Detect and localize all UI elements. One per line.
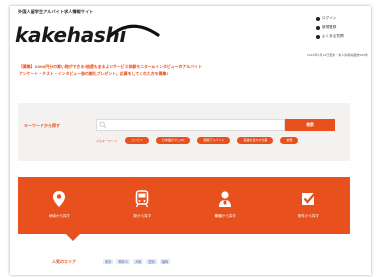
popular-area-label: 人気のエリア	[52, 259, 76, 264]
checkbox-icon	[302, 191, 317, 205]
search-label: キーワードから探す	[24, 123, 60, 128]
bullet-icon	[316, 34, 320, 39]
search-icon	[99, 121, 107, 129]
keyword-tag[interactable]: 短期アルバイト	[197, 137, 231, 144]
popular-area-link[interactable]: 神奈川	[116, 259, 130, 264]
keyword-tag[interactable]: 倉庫	[280, 137, 299, 144]
category-label: 条件から探す	[297, 214, 320, 218]
notice-line: アンケート・テスト・インタビュー後の謝礼プレゼント。応募をしてくれた方を募集!	[19, 70, 169, 76]
bullet-icon	[316, 25, 320, 30]
header-info-text: 2020年4月10日更新・求人情報掲載数999件	[306, 53, 368, 57]
nav-label: ログイン	[322, 16, 337, 20]
keyword-list: コンビニ 日本語が少しOK 短期アルバイト 英語を活かす仕事 倉庫	[125, 137, 299, 144]
popular-area-link[interactable]: 大阪	[132, 259, 144, 264]
category-area[interactable]: 地域から探す	[18, 177, 101, 234]
category-job-type[interactable]: 職種から探す	[184, 177, 267, 234]
person-icon	[219, 191, 231, 207]
search-input[interactable]	[96, 119, 285, 131]
category-label: 職種から探す	[214, 214, 237, 218]
nav-label: 新規登録	[322, 25, 337, 29]
train-icon	[135, 190, 149, 208]
active-tab-pointer	[66, 234, 80, 241]
nav-login-link[interactable]: ログイン	[316, 14, 344, 23]
logo-swoosh-icon	[108, 24, 160, 38]
popular-area-link[interactable]: 東京	[103, 259, 114, 264]
keyword-search-panel	[18, 103, 350, 161]
header-nav: ログイン 新規登録 よくある質問	[316, 14, 344, 41]
search-button[interactable]: 検索	[285, 119, 335, 131]
category-label: 地域から探す	[48, 214, 71, 218]
notice-banner[interactable]: 【募集】1000円分の買い物ができる!抽選もあるよ!!サービス体験モニター&イン…	[19, 64, 339, 77]
nav-label: よくある質問	[322, 34, 344, 38]
bullet-icon	[316, 16, 320, 21]
map-pin-icon	[53, 191, 65, 207]
category-conditions[interactable]: 条件から探す	[267, 177, 350, 234]
nav-faq-link[interactable]: よくある質問	[316, 32, 344, 41]
popular-area-link[interactable]: 愛知	[146, 259, 157, 264]
keywords-label: 人気キーワード	[96, 139, 118, 143]
nav-register-link[interactable]: 新規登録	[316, 23, 344, 32]
category-station[interactable]: 駅から探す	[101, 177, 184, 234]
keyword-tag[interactable]: 日本語が少しOK	[156, 137, 191, 144]
popular-area-link[interactable]: 福岡	[159, 259, 171, 264]
category-label: 駅から探す	[133, 214, 152, 218]
keyword-tag[interactable]: 英語を活かす仕事	[237, 137, 274, 144]
site-tagline: 外国人留学生アルバイト求人情報サイト	[18, 9, 94, 14]
keyword-tag[interactable]: コンビニ	[125, 137, 150, 144]
popular-area-list: 東京 神奈川 大阪 愛知 福岡	[103, 259, 171, 264]
